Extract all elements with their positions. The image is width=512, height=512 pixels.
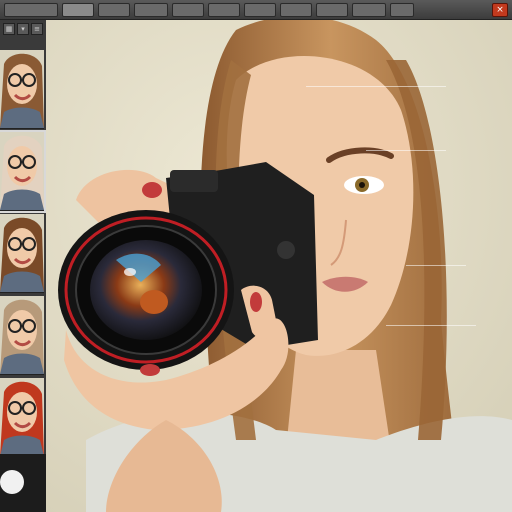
pupil bbox=[359, 182, 365, 188]
thumb-nail bbox=[250, 292, 262, 312]
toolbar-button-4[interactable] bbox=[134, 2, 168, 17]
toolbar-button-10[interactable] bbox=[352, 2, 386, 17]
guide-line bbox=[366, 150, 446, 151]
guide-line bbox=[386, 325, 476, 326]
toolbar-button-3[interactable] bbox=[98, 2, 130, 17]
tag-icon[interactable]: ▾ bbox=[17, 23, 29, 35]
camera-lens bbox=[58, 210, 234, 370]
thumbnail[interactable] bbox=[0, 214, 44, 293]
toolbar-button-2[interactable] bbox=[62, 2, 94, 17]
thumbnail[interactable] bbox=[0, 50, 44, 129]
menu-icon[interactable]: ≡ bbox=[31, 23, 43, 35]
panel-tools: ▦ ▾ ≡ bbox=[0, 20, 46, 50]
thumbnail-image bbox=[0, 214, 44, 292]
close-button[interactable]: × bbox=[492, 2, 508, 17]
capture-button[interactable] bbox=[0, 470, 24, 494]
fingernail bbox=[142, 182, 162, 198]
toolbar-button-8[interactable] bbox=[280, 2, 312, 17]
thumbnail-image bbox=[0, 296, 44, 374]
photo-image bbox=[46, 20, 512, 512]
toolbar-button-6[interactable] bbox=[208, 2, 240, 17]
thumbnail-image bbox=[0, 378, 44, 456]
photo-canvas[interactable] bbox=[46, 20, 512, 512]
guide-line bbox=[406, 265, 466, 266]
panel-footer bbox=[0, 454, 46, 512]
camera-dial bbox=[277, 241, 295, 259]
camera-top-plate bbox=[170, 170, 218, 192]
thumbnail[interactable] bbox=[0, 130, 46, 213]
toolbar-button-1[interactable] bbox=[4, 2, 58, 17]
thumbnail-panel: ▦ ▾ ≡ bbox=[0, 20, 47, 512]
thumbnail[interactable] bbox=[0, 296, 44, 375]
ring-fingernail bbox=[140, 364, 160, 376]
thumbnail-image bbox=[0, 50, 44, 128]
toolbar-button-5[interactable] bbox=[172, 2, 204, 17]
thumbnail[interactable] bbox=[0, 378, 44, 457]
guide-line bbox=[306, 86, 446, 87]
toolbar-button-9[interactable] bbox=[316, 2, 348, 17]
thumbnail-image bbox=[0, 132, 44, 210]
toolbar-button-11[interactable] bbox=[390, 2, 414, 17]
grid-icon[interactable]: ▦ bbox=[3, 23, 15, 35]
top-toolbar: × bbox=[0, 0, 512, 20]
toolbar-button-7[interactable] bbox=[244, 2, 276, 17]
